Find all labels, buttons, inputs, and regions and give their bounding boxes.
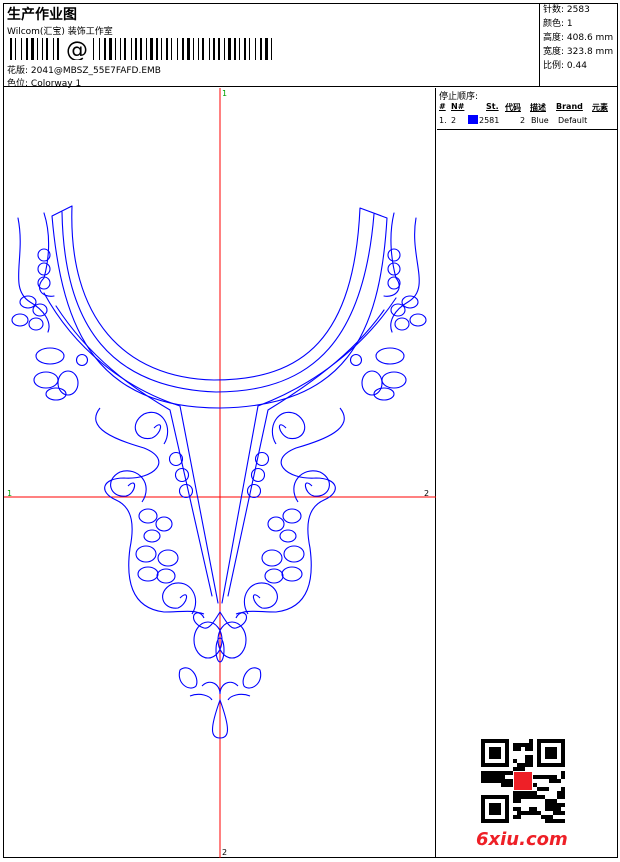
bead (387, 248, 401, 262)
barcode: @ (10, 38, 272, 60)
stat-height: 高度: 408.6 mm (543, 33, 614, 43)
stop-sequence-panel: 停止顺序: # N# St. 代码 描述 Brand 元素 1. 2 2581 … (437, 88, 618, 130)
v-placket-left (43, 292, 219, 604)
bead (250, 467, 266, 483)
embroidery-design: 1 2 1 2 (4, 88, 436, 858)
row-stitches: 2581 (479, 116, 500, 125)
row-code: 2 (520, 116, 526, 125)
bead (174, 467, 190, 483)
pattern-file: 2041@MBSZ_55E7FAFD.EMB (30, 66, 161, 76)
scroll-right-3 (243, 582, 278, 615)
qr-logo-icon (514, 772, 532, 790)
bead (178, 483, 194, 499)
col-code: 代码 (505, 103, 521, 112)
stat-scale: 比例: 0.44 (543, 61, 587, 71)
pattern-label: 花版: (7, 66, 29, 76)
embroidery-design-area: 1 2 1 2 (4, 88, 436, 858)
page-title: 生产作业图 (7, 7, 77, 23)
scroll-left-3 (162, 582, 197, 615)
bead (387, 276, 401, 290)
scroll-right-1 (271, 411, 306, 445)
bead (246, 483, 262, 499)
row-brand: Default (558, 116, 588, 125)
marker-left: 1 (7, 489, 12, 498)
row-description: Blue (531, 116, 549, 125)
col-stitches: St. (486, 102, 499, 111)
row-index: 1. (439, 116, 447, 125)
company-name: Wilcom(汇宝) 装饰工作室 (7, 27, 113, 37)
watermark-logo: 6xiu.com (476, 829, 568, 850)
flower-right-lower-2 (261, 545, 305, 584)
stop-sequence-label: 停止顺序: (439, 92, 479, 102)
scroll-left-1 (134, 411, 169, 445)
color-swatch (468, 115, 478, 124)
marker-right: 2 (424, 489, 429, 498)
stat-colors: 颜色: 1 (543, 19, 573, 29)
qr-code (481, 739, 565, 823)
col-description: 描述 (530, 103, 546, 112)
col-needle: N# (451, 102, 465, 111)
stats-panel: 针数: 2583 颜色: 1 高度: 408.6 mm 宽度: 323.8 mm… (540, 3, 618, 87)
neckline-inner-band (61, 211, 375, 393)
header-panel: 生产作业图 Wilcom(汇宝) 装饰工作室 @ 花版: 2041@MBSZ_5… (3, 3, 540, 89)
col-brand: Brand (556, 102, 583, 111)
marker-top: 1 (222, 89, 227, 98)
flower-right-mid (361, 347, 407, 401)
row-needle: 2 (451, 116, 457, 125)
flower-left-mid (33, 347, 79, 401)
v-placket-right (221, 297, 397, 604)
pattern-line: 花版: 2041@MBSZ_55E7FAFD.EMB (7, 63, 161, 76)
bead (349, 353, 363, 367)
col-index: # (439, 102, 446, 111)
bead (37, 262, 51, 276)
marker-bottom: 2 (222, 848, 227, 857)
stat-stitches: 针数: 2583 (543, 5, 590, 15)
flower-right-lower-1 (267, 508, 302, 543)
barcode-symbol: @ (66, 38, 88, 60)
bead (75, 353, 89, 367)
vine-left (95, 407, 205, 619)
stat-width: 宽度: 323.8 mm (543, 47, 614, 57)
v-placket-right-inner (227, 309, 385, 597)
flower-left-lower-2 (135, 545, 179, 584)
flower-left-lower-1 (138, 508, 173, 543)
col-element: 元素 (592, 103, 608, 112)
